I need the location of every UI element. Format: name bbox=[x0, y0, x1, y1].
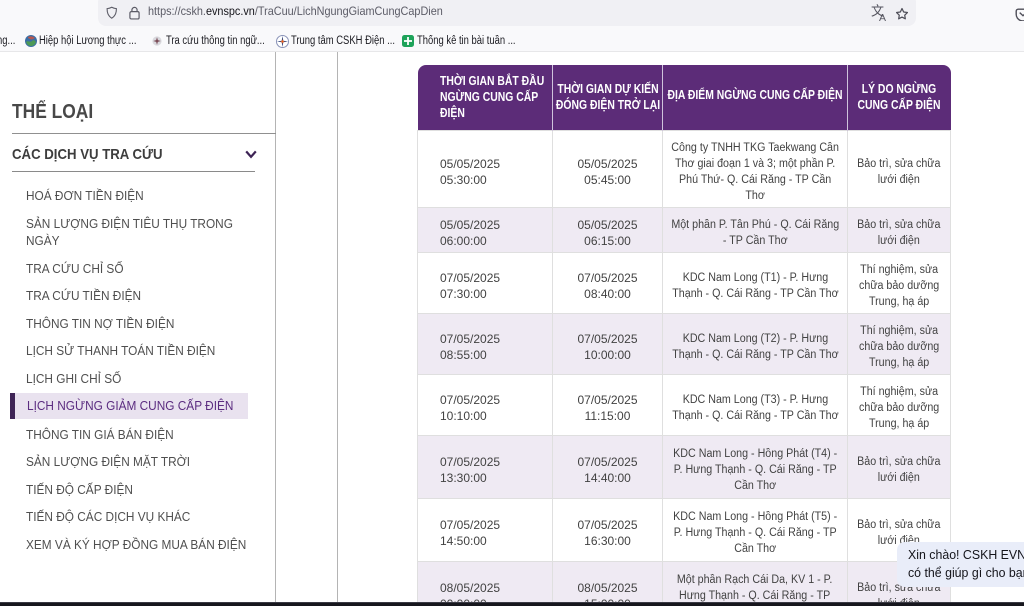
svg-text:A: A bbox=[879, 12, 886, 23]
